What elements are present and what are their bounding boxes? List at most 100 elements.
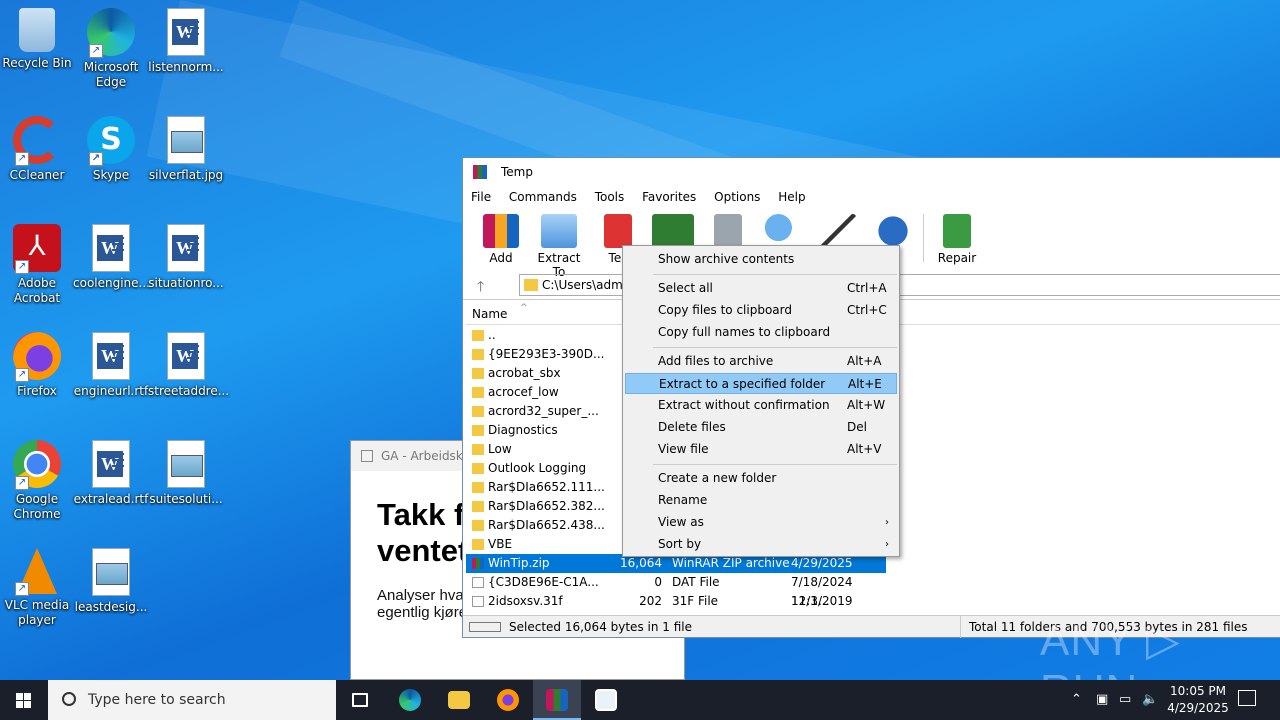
find-magnifier-icon xyxy=(764,214,800,248)
desktop-icon-leastdesig[interactable]: leastdesig... xyxy=(73,548,149,615)
folder-icon xyxy=(472,444,484,455)
desktop-icon-streetaddre[interactable]: W streetaddre... xyxy=(148,332,229,399)
desktop-icon-listennorm[interactable]: W listennorm... xyxy=(148,8,224,75)
taskbar-firefox[interactable] xyxy=(484,680,532,720)
desktop-icon-acrobat[interactable]: ⅄ ↗ Adobe Acrobat xyxy=(0,224,75,306)
menu-help[interactable]: Help xyxy=(778,190,805,204)
file-name: Diagnostics xyxy=(488,423,558,437)
window-title: Temp xyxy=(501,165,533,179)
menu-item-add-files[interactable]: Add files to archive Alt+A xyxy=(625,351,897,372)
file-name: Outlook Logging xyxy=(488,461,587,475)
folder-icon xyxy=(472,387,484,398)
menu-item-sort-by[interactable]: Sort by › xyxy=(625,534,897,555)
folder-icon xyxy=(472,482,484,493)
menu-file[interactable]: File xyxy=(471,190,491,204)
folder-icon xyxy=(524,279,538,291)
firefox-icon: ↗ xyxy=(13,332,61,382)
add-archive-icon xyxy=(483,214,519,248)
shortcut-arrow-icon: ↗ xyxy=(15,476,29,490)
file-type: 31F File xyxy=(672,594,719,608)
repair-icon xyxy=(943,214,971,248)
word-document-icon: W xyxy=(167,224,205,272)
menu-item-view-as[interactable]: View as › xyxy=(625,512,897,533)
menu-item-create-folder[interactable]: Create a new folder xyxy=(625,468,897,489)
desktop-icon-ccleaner[interactable]: ↗ CCleaner xyxy=(0,116,75,183)
taskbar-clock[interactable]: 10:05 PM 4/29/2025 xyxy=(1160,683,1236,717)
wizard-wand-icon xyxy=(820,214,856,248)
file-type: DAT File xyxy=(672,575,720,589)
folder-icon xyxy=(472,368,484,379)
tray-chevron-icon[interactable]: ⌃ xyxy=(1071,680,1082,720)
menu-tools[interactable]: Tools xyxy=(595,190,625,204)
status-selected: Selected 16,064 bytes in 1 file xyxy=(509,620,692,634)
menu-options[interactable]: Options xyxy=(714,190,760,204)
desktop-icon-vlc[interactable]: ↗ VLC media player xyxy=(0,548,75,628)
menu-item-extract-to-folder[interactable]: Extract to a specified folder Alt+E xyxy=(625,373,897,394)
taskbar-edge[interactable] xyxy=(386,680,434,720)
image-file-icon xyxy=(167,440,205,488)
task-view-button[interactable] xyxy=(336,680,384,720)
desktop-icon-chrome[interactable]: ↗ Google Chrome xyxy=(0,440,75,522)
shortcut-arrow-icon: ↗ xyxy=(15,582,29,596)
browser-tab-title: GA - Arbeidskra xyxy=(381,449,476,463)
taskbar-app[interactable] xyxy=(582,680,630,720)
taskbar-file-explorer[interactable] xyxy=(435,680,483,720)
page-icon xyxy=(361,450,373,462)
file-name: acrord32_super_... xyxy=(488,404,599,418)
menu-item-copy-files[interactable]: Copy files to clipboard Ctrl+C xyxy=(625,300,897,321)
desktop-icon-situationro[interactable]: W situationro... xyxy=(148,224,224,291)
menu-commands[interactable]: Commands xyxy=(509,190,577,204)
shortcut-arrow-icon: ↗ xyxy=(89,152,103,166)
start-button[interactable] xyxy=(0,680,48,720)
desktop-icon-silverflat[interactable]: silverflat.jpg xyxy=(148,116,224,183)
taskbar-winrar[interactable] xyxy=(533,680,581,720)
folder-icon xyxy=(472,330,484,341)
tray-volume-icon[interactable]: 🔈 xyxy=(1142,680,1158,720)
menu-item-delete-files[interactable]: Delete files Del xyxy=(625,417,897,438)
menu-favorites[interactable]: Favorites xyxy=(642,190,696,204)
file-name: .. xyxy=(488,328,496,342)
file-row[interactable]: 2idsoxsv.31f 202 31F File 12/3/2019 11:2... xyxy=(466,592,886,611)
desktop-icon-suitesoluti[interactable]: suitesoluti... xyxy=(148,440,224,507)
menu-item-copy-full-names[interactable]: Copy full names to clipboard xyxy=(625,322,897,343)
toolbar-repair-button[interactable]: Repair xyxy=(935,214,979,265)
file-name: acrobat_sbx xyxy=(488,366,561,380)
desktop-icon-edge[interactable]: ↗ Microsoft Edge xyxy=(73,8,149,90)
desktop-icon-engineurl[interactable]: W engineurl.rtf xyxy=(73,332,149,399)
menu-item-select-all[interactable]: Select all Ctrl+A xyxy=(625,278,897,299)
menu-item-rename[interactable]: Rename xyxy=(625,490,897,511)
winrar-title-bar[interactable]: Temp xyxy=(463,158,1280,186)
desktop-icon-extralead[interactable]: W extralead.rtf xyxy=(73,440,149,507)
menu-item-view-file[interactable]: View file Alt+V xyxy=(625,439,897,460)
context-menu: Show archive contents Select all Ctrl+A C… xyxy=(622,245,900,557)
file-name: acrocef_low xyxy=(488,385,559,399)
word-document-icon: W xyxy=(167,8,205,56)
desktop-icon-coolengine[interactable]: W coolengine... xyxy=(73,224,150,291)
file-name: Low xyxy=(488,442,512,456)
desktop-icon-recycle-bin[interactable]: Recycle Bin xyxy=(0,8,75,71)
folder-icon xyxy=(448,691,470,709)
menu-item-extract-without-confirmation[interactable]: Extract without confirmation Alt+W xyxy=(625,395,897,416)
word-document-icon: W xyxy=(167,332,205,380)
folder-icon xyxy=(472,501,484,512)
image-file-icon xyxy=(167,116,205,164)
folder-icon xyxy=(472,539,484,550)
desktop-icon-skype[interactable]: S ↗ Skype xyxy=(73,116,149,183)
folder-icon xyxy=(472,406,484,417)
vlc-cone-icon: ↗ xyxy=(15,548,57,596)
taskbar-search-box[interactable]: Type here to search xyxy=(48,680,336,720)
tray-network-icon[interactable]: ▭ xyxy=(1119,680,1131,720)
toolbar-add-button[interactable]: Add xyxy=(483,214,519,265)
up-arrow-icon[interactable]: 🡑 xyxy=(477,276,484,300)
desktop-icon-firefox[interactable]: ↗ Firefox xyxy=(0,332,75,399)
edge-icon: ↗ xyxy=(87,8,135,58)
tray-device-icon[interactable]: ▣ xyxy=(1096,680,1108,720)
file-row[interactable]: {C3D8E96E-C1A... 0 DAT File 7/18/2024 11:1.… xyxy=(466,573,886,608)
notification-icon[interactable] xyxy=(1238,690,1256,706)
menu-item-show-archive-contents[interactable]: Show archive contents xyxy=(625,249,897,270)
extract-folder-icon xyxy=(541,214,577,248)
folder-icon xyxy=(472,520,484,531)
folder-icon xyxy=(472,463,484,474)
file-name: Rar$DIa6652.438... xyxy=(488,518,605,532)
menu-separator xyxy=(653,464,897,465)
